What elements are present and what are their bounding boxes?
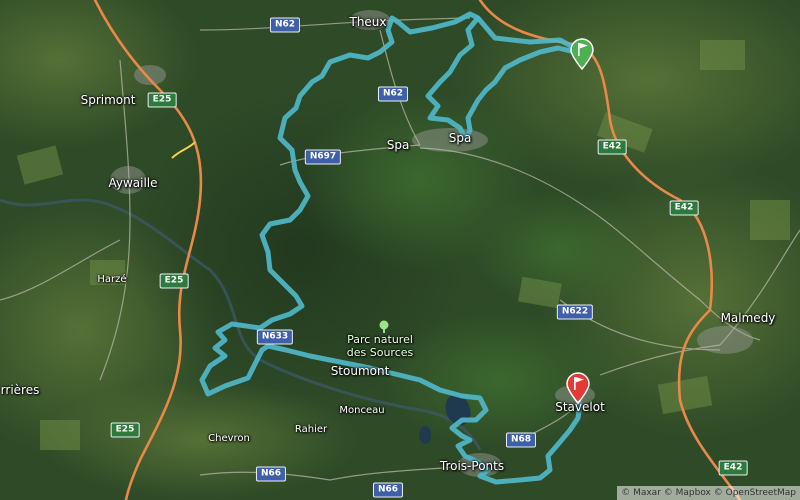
road-shield-n622: N622	[556, 304, 594, 320]
road-shield-n633: N633	[256, 329, 294, 345]
finish-flag-marker[interactable]	[565, 372, 591, 404]
place-label-malmedy: Malmedy	[720, 311, 776, 325]
place-label-trois-ponts: Trois-Ponts	[439, 459, 505, 473]
place-label-spa-west: Spa	[386, 138, 410, 152]
road-shield-n697: N697	[304, 149, 342, 165]
start-flag-marker[interactable]	[569, 38, 595, 70]
road-shield-n66: N66	[255, 466, 287, 482]
place-label-rahier: Rahier	[294, 424, 328, 435]
road-shield-e25: E25	[159, 273, 189, 289]
place-label-chevron: Chevron	[208, 433, 250, 444]
road-shield-n66: N66	[372, 482, 404, 498]
place-label-harze: Harzé	[97, 274, 127, 285]
road-shield-n62: N62	[377, 86, 409, 102]
place-label-aywaille: Aywaille	[108, 176, 158, 190]
place-label-sprimont: Sprimont	[80, 93, 136, 107]
place-label-stoumont: Stoumont	[330, 364, 390, 378]
park-label: Parc naturel des Sources	[346, 333, 414, 359]
road-shield-e42: E42	[718, 460, 748, 476]
map-view[interactable]: Theux Sprimont Aywaille Spa Spa Harzé St…	[0, 0, 800, 500]
road-shield-e42: E42	[669, 200, 699, 216]
place-label-spa: Spa	[448, 131, 472, 145]
road-shield-n62: N62	[269, 17, 301, 33]
place-label-edge-left: rrières	[0, 383, 40, 397]
map-attribution[interactable]: © Maxar © Mapbox © OpenStreetMap	[617, 486, 800, 500]
place-label-monceau: Monceau	[339, 405, 385, 416]
road-shield-e25: E25	[147, 92, 177, 108]
road-shield-e25: E25	[110, 422, 140, 438]
road-shield-n68: N68	[505, 432, 537, 448]
place-label-theux: Theux	[349, 15, 387, 29]
road-shield-e42: E42	[597, 139, 627, 155]
